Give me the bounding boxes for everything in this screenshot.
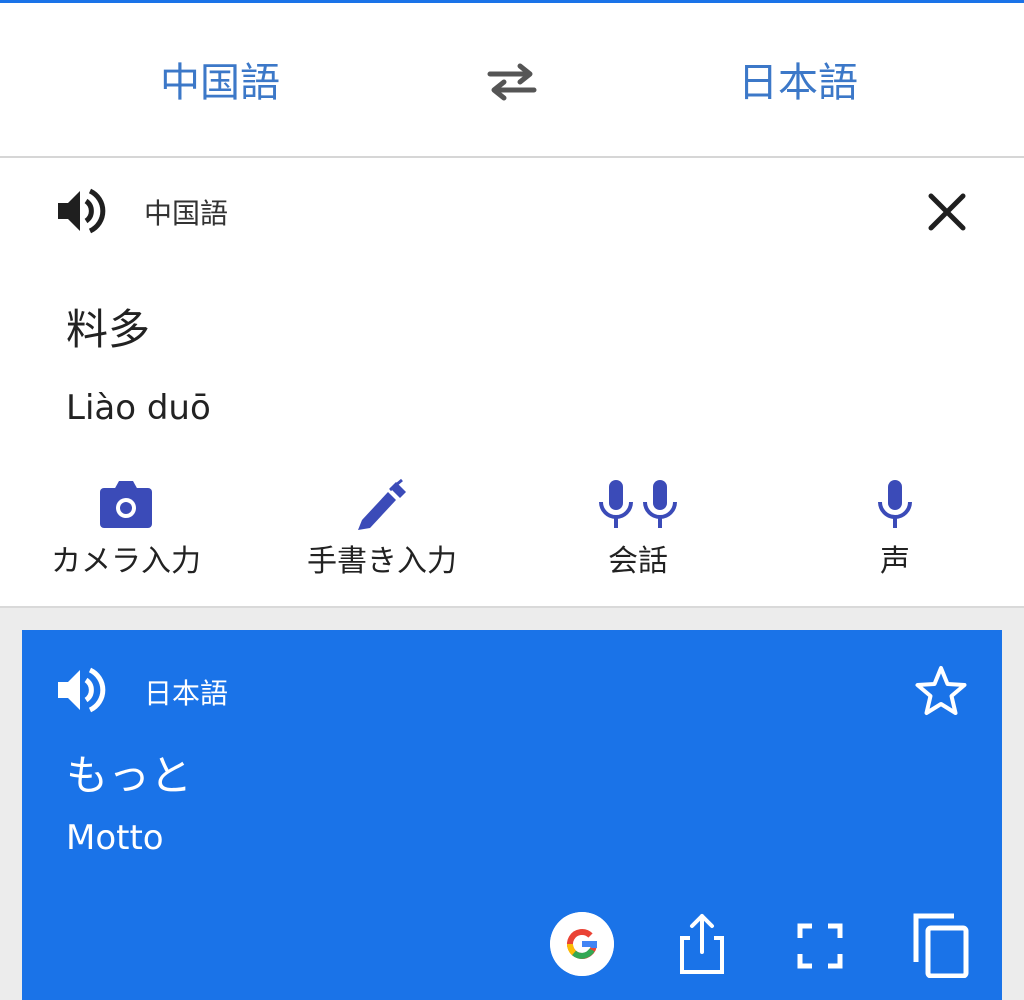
camera-input-button[interactable]: カメラ入力 [40, 478, 212, 580]
language-bar: 中国語 日本語 [0, 3, 1024, 158]
fullscreen-icon[interactable] [796, 922, 844, 970]
speaker-icon[interactable] [54, 664, 106, 716]
tool-label-voice: 声 [880, 544, 910, 579]
source-text[interactable]: 料多 [66, 296, 150, 357]
google-icon[interactable] [550, 912, 614, 976]
tool-label-handwriting: 手書き入力 [307, 544, 457, 579]
tool-label-camera: カメラ入力 [51, 544, 201, 579]
conversation-button[interactable]: 会話 [568, 478, 708, 580]
swap-arrows-icon[interactable] [484, 58, 540, 106]
pen-icon [358, 478, 406, 530]
speaker-icon[interactable] [54, 185, 106, 237]
source-romanization: Liào duō [66, 388, 211, 428]
result-language-label: 日本語 [144, 677, 229, 710]
dual-microphone-icon [599, 480, 677, 528]
input-card: 中国語 料多 Liào duō カメラ入力 手書き入力 会話 声 [0, 158, 1024, 608]
voice-input-button[interactable]: 声 [840, 478, 950, 580]
copy-icon[interactable] [910, 910, 972, 978]
microphone-icon [878, 480, 912, 528]
handwriting-input-button[interactable]: 手書き入力 [296, 478, 468, 580]
source-language-button[interactable]: 中国語 [160, 53, 280, 113]
translated-romanization: Motto [66, 818, 164, 858]
input-language-label: 中国語 [144, 197, 229, 230]
translation-result-card: 日本語 もっと Motto [22, 630, 1002, 1000]
translated-text[interactable]: もっと [66, 742, 192, 803]
close-icon[interactable] [925, 190, 969, 234]
camera-icon [100, 481, 152, 528]
star-icon[interactable] [914, 664, 968, 718]
target-language-button[interactable]: 日本語 [738, 53, 858, 113]
tool-label-conversation: 会話 [608, 544, 668, 579]
share-icon[interactable] [676, 912, 728, 976]
